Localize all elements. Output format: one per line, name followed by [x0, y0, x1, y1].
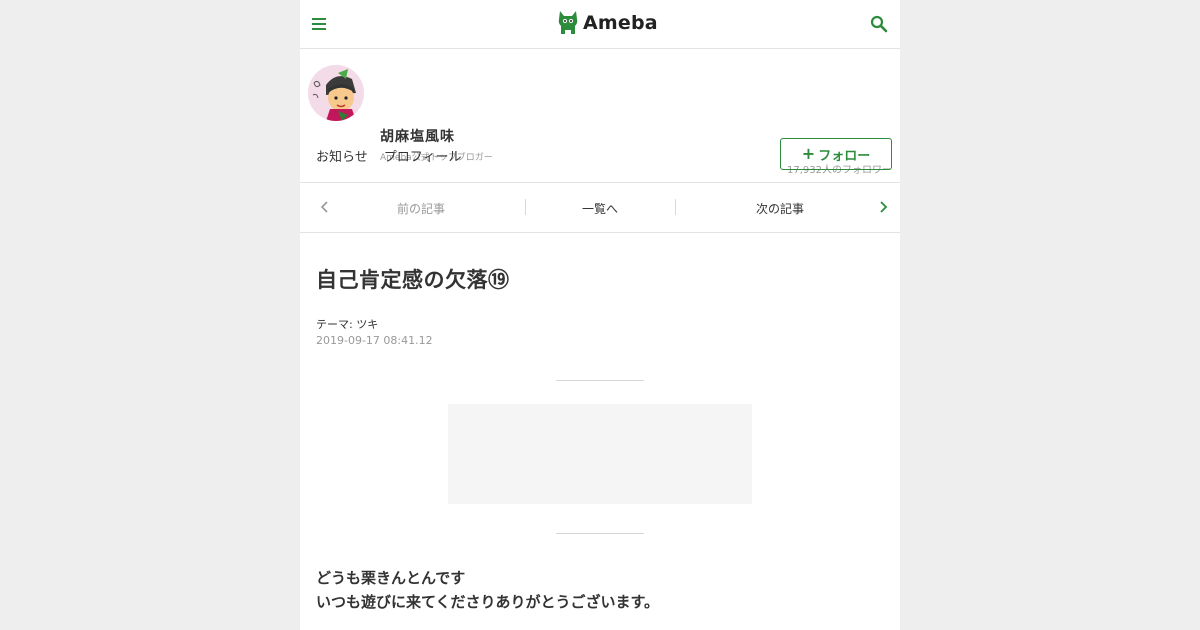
ad-placeholder[interactable] [448, 404, 752, 504]
nav-divider [525, 199, 526, 215]
chevron-right-icon[interactable] [876, 200, 890, 214]
plus-icon: + [801, 144, 816, 163]
logo-text: Ameba [583, 12, 658, 34]
ameba-mascot-icon [558, 11, 578, 34]
profile-links: お知らせ プロフィール [316, 146, 462, 165]
prev-article-link[interactable]: 前の記事 [397, 200, 445, 217]
ameba-logo[interactable]: Ameba [557, 8, 658, 38]
ad-divider-bottom [556, 533, 644, 534]
follow-button[interactable]: + フォロー [780, 138, 892, 170]
body-line: どうも栗きんとんです [316, 569, 466, 587]
entry-title: 自己肯定感の欠落⑲ [316, 268, 510, 292]
nav-divider [675, 199, 676, 215]
profile-link[interactable]: プロフィール [384, 146, 462, 165]
follow-label: フォロー [818, 148, 871, 164]
ad-divider-top [556, 380, 644, 381]
global-header: Ameba [300, 0, 900, 49]
chevron-left-icon[interactable] [318, 200, 332, 214]
blogger-name[interactable]: 胡麻塩風味 [380, 126, 455, 146]
avatar-illustration [308, 65, 364, 121]
entry-body: どうも栗きんとんです いつも遊びに来てくださりありがとうございます。 [316, 566, 876, 614]
theme-link[interactable]: ツキ [356, 318, 378, 331]
next-article-link[interactable]: 次の記事 [756, 200, 804, 217]
article-list-link[interactable]: 一覧へ [582, 200, 618, 217]
avatar[interactable] [308, 65, 364, 121]
theme-label: テーマ: [316, 318, 353, 331]
entry-theme: テーマ: ツキ [316, 316, 378, 332]
body-line: いつも遊びに来てくださりありがとうございます。 [316, 593, 660, 611]
entry-date: 2019-09-17 08:41.12 [316, 334, 433, 347]
search-icon[interactable] [870, 15, 888, 33]
article-navigation: 前の記事 一覧へ 次の記事 [300, 183, 900, 233]
menu-icon[interactable] [312, 14, 328, 34]
news-link[interactable]: お知らせ [316, 146, 368, 165]
blog-page: Ameba 胡麻塩風味 Ameba公式トップブロガー 17,932人のフォロワー… [300, 0, 900, 630]
